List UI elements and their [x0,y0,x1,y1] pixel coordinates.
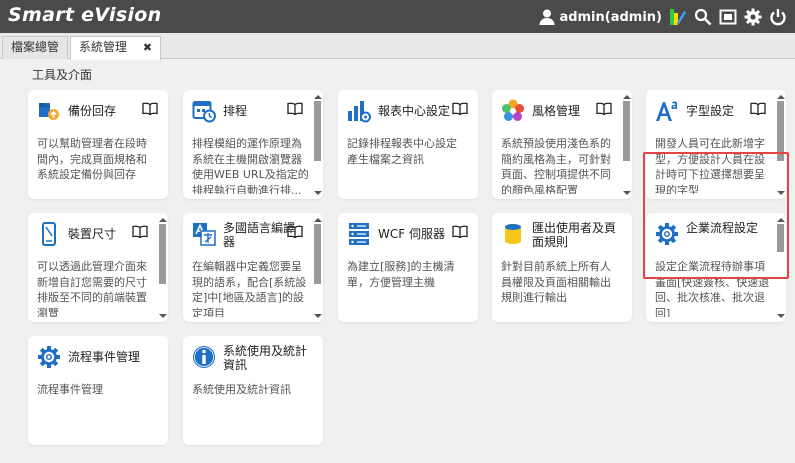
user-menu[interactable]: admin(admin) [538,8,662,26]
card-description: 系統使用及統計資訊 [192,383,291,396]
book-icon[interactable] [132,225,148,238]
export-icon [505,224,521,244]
highlight-box [643,152,789,279]
card-system-usage-statistics[interactable]: 系統使用及統計資訊 系統使用及統計資訊 [183,336,323,445]
edit-color-icon[interactable] [669,8,687,26]
card-description: 系統預設使用淺色系的簡約風格為主，可針對頁面、控制項提供不同的顏色風格配置 [501,137,611,194]
tab-label: 系統管理 [79,40,128,54]
power-icon[interactable] [769,8,787,26]
book-icon[interactable] [596,102,612,115]
card-description: 為建立[服務]的主機清單，方便管理主機 [347,260,455,289]
book-icon[interactable] [750,102,766,115]
card-title: 流程事件管理 [68,350,141,364]
settings-icon[interactable] [744,8,762,26]
user-name: admin(admin) [559,9,662,25]
card-description: 記錄排程報表中心設定產生檔案之資訊 [347,137,457,166]
book-icon[interactable] [142,102,158,115]
card-process-event-management[interactable]: 流程事件管理 流程事件管理 [28,336,168,445]
fullscreen-icon[interactable] [719,8,737,26]
card-description: 可以幫助管理者在段時間內，完成頁面規格和系統設定備份與回存 [37,137,147,181]
card-export-user-rules[interactable]: 匯出使用者及頁面規則 針對目前系統上所有人員權限及頁面相關輸出規則進行輸出 [492,213,632,322]
book-icon[interactable] [452,225,468,238]
card-scrollbar[interactable] [313,95,322,195]
card-title: WCF 伺服器 [378,227,445,241]
translate-icon [193,223,216,246]
card-scrollbar[interactable] [313,218,322,318]
card-scrollbar[interactable] [622,95,631,195]
card-title: 備份回存 [68,104,117,118]
tab-file-explorer[interactable]: 檔案總管 [2,36,69,59]
tab-label: 檔案總管 [11,40,60,54]
server-icon [349,223,369,245]
report-center-icon [348,101,371,123]
card-title: 匯出使用者及頁面規則 [532,221,617,249]
card-description: 排程模組的運作原理為系統在主機開啟瀏覽器使用WEB URL及指定的排程執行自動進… [192,137,309,194]
device-icon [42,222,56,246]
card-title: 報表中心設定 [378,104,451,118]
top-bar: Smart eVision admin(admin) [0,0,795,33]
card-description: 流程事件管理 [37,383,103,396]
backup-icon [39,103,59,120]
card-backup-restore[interactable]: 備份回存 可以幫助管理者在段時間內，完成頁面規格和系統設定備份與回存 [28,90,168,199]
tab-bar: 檔案總管 系統管理 ✖ [0,33,795,60]
section-title: 工具及介面 [32,68,93,82]
theme-icon [502,99,524,121]
card-description: 可以透過此管理介面來新增自訂您需要的尺寸排版至不同的前端裝置瀏覽 [37,260,147,317]
header-actions: admin(admin) [538,7,787,27]
close-icon[interactable]: ✖ [143,41,152,54]
book-icon[interactable] [287,102,303,115]
card-title: 系統使用及統計資訊 [223,344,308,372]
user-icon [539,9,555,25]
card-translation-compiler[interactable]: 多國語言編譯器 在編輯器中定義您要呈現的語系，配合[系統設定]中[地區及語言]的… [183,213,323,322]
font-icon [656,101,678,121]
card-description: 在編輯器中定義您要呈現的語系，配合[系統設定]中[地區及語言]的設定項目 [192,260,307,317]
schedule-icon [192,101,216,123]
card-schedule[interactable]: 排程 排程模組的運作原理為系統在主機開啟瀏覽器使用WEB URL及指定的排程執行… [183,90,323,199]
card-wcf-server[interactable]: WCF 伺服器 為建立[服務]的主機清單，方便管理主機 [338,213,478,322]
card-theme-management[interactable]: 風格管理 系統預設使用淺色系的簡約風格為主，可針對頁面、控制項提供不同的顏色風格… [492,90,632,199]
gear-icon [38,346,60,368]
info-icon [193,346,215,368]
card-description: 針對目前系統上所有人員權限及頁面相關輸出規則進行輸出 [501,260,611,304]
book-icon[interactable] [287,225,303,238]
card-report-center[interactable]: 報表中心設定 記錄排程報表中心設定產生檔案之資訊 [338,90,478,199]
app-title: Smart eVision [8,4,162,26]
book-icon[interactable] [452,102,468,115]
search-icon[interactable] [694,8,712,26]
card-device-size[interactable]: 裝置尺寸 可以透過此管理介面來新增自訂您需要的尺寸排版至不同的前端裝置瀏覽 [28,213,168,322]
tab-system-admin[interactable]: 系統管理 ✖ [70,36,162,60]
card-scrollbar[interactable] [158,218,167,318]
